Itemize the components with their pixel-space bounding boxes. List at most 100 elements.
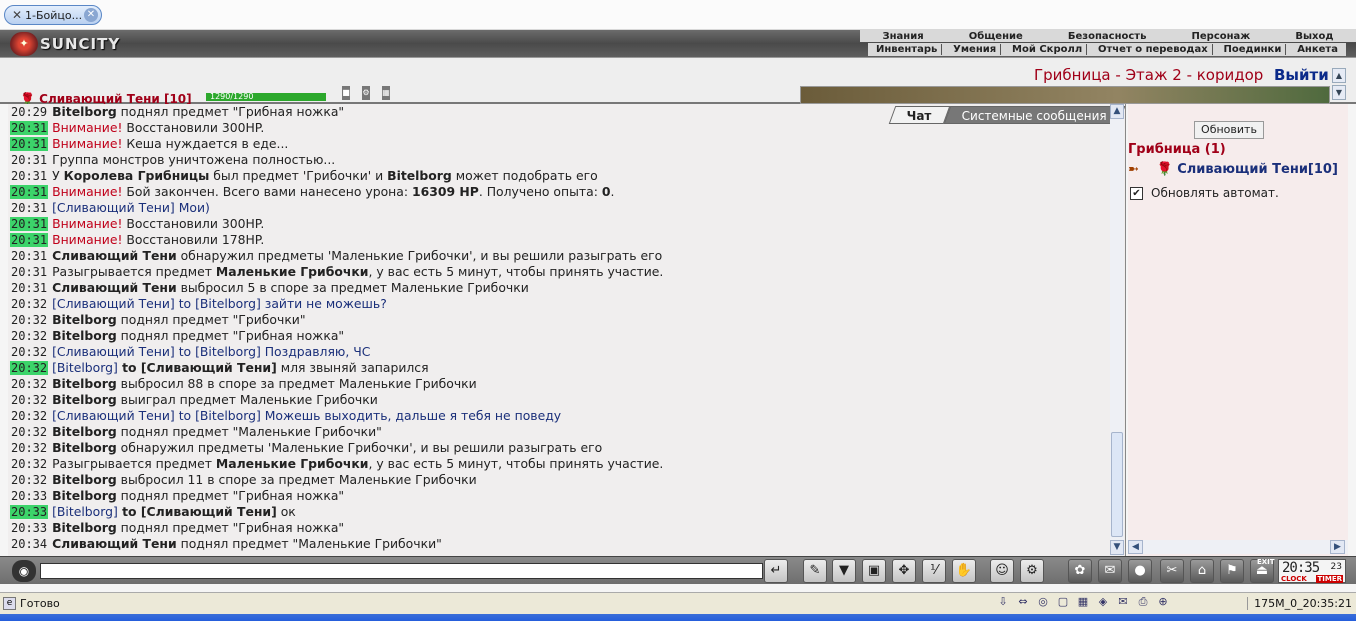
chat-timestamp[interactable]: 20:32 xyxy=(10,457,48,471)
chat-timestamp[interactable]: 20:31 xyxy=(10,233,49,247)
flag-icon[interactable]: ⚑ xyxy=(1220,559,1244,583)
tab-close-icon[interactable]: ✕ xyxy=(84,8,98,22)
menu-item-transfers[interactable]: Отчет о переводах xyxy=(1094,44,1213,55)
shield-icon[interactable]: ◈ xyxy=(1096,595,1110,612)
chat-name[interactable]: Bitelborg xyxy=(52,312,117,327)
save-icon[interactable]: ▣ xyxy=(862,559,886,583)
chat-timestamp[interactable]: 20:33 xyxy=(10,505,49,519)
tab-chat[interactable]: Чат xyxy=(888,106,951,124)
chat-timestamp[interactable]: 20:32 xyxy=(10,297,48,311)
hand-icon[interactable]: ✋ xyxy=(952,559,976,583)
chat-timestamp[interactable]: 20:32 xyxy=(10,473,48,487)
chat-scrollbar[interactable]: ▲ ▼ xyxy=(1110,104,1124,556)
chat-name[interactable]: Маленькие Грибочки xyxy=(216,264,369,279)
room-member[interactable]: ➼ 🌹 Сливающий Тени[10] xyxy=(1128,162,1338,177)
chat-name[interactable]: Bitelborg xyxy=(52,424,117,439)
chat-timestamp[interactable]: 20:32 xyxy=(10,361,49,375)
menu-item-logout[interactable]: Выход xyxy=(1295,31,1333,42)
send-icon[interactable]: ↵ xyxy=(764,559,788,583)
chat-timestamp[interactable]: 20:31 xyxy=(10,265,48,279)
chat-timestamp[interactable]: 20:31 xyxy=(10,217,49,231)
sidebar-hscrollbar[interactable]: ◀ ▶ xyxy=(1128,540,1348,554)
menu-item-social[interactable]: Общение xyxy=(969,31,1023,42)
chat-name[interactable]: Сливающий Тени xyxy=(52,536,177,551)
chat-timestamp[interactable]: 20:33 xyxy=(10,489,48,503)
chat-timestamp[interactable]: 20:33 xyxy=(10,521,48,535)
globe-icon[interactable]: ◎ xyxy=(1036,595,1050,612)
chat-private[interactable]: [Сливающий Тени] to [Bitelborg] Поздравл… xyxy=(52,344,370,359)
print-icon[interactable]: ⎙ xyxy=(1136,595,1150,612)
chat-name[interactable]: Сливающий Тени xyxy=(52,248,177,263)
chat-timestamp[interactable]: 20:31 xyxy=(10,121,49,135)
split-icon[interactable]: ⇔ xyxy=(1016,595,1030,612)
chat-name[interactable]: Bitelborg xyxy=(387,168,452,183)
chat-timestamp[interactable]: 20:31 xyxy=(10,249,48,263)
chat-timestamp[interactable]: 20:31 xyxy=(10,201,48,215)
eraser-icon[interactable]: ✎ xyxy=(803,559,827,583)
chat-input[interactable] xyxy=(40,563,763,579)
chat-timestamp[interactable]: 20:32 xyxy=(10,441,48,455)
chat-name[interactable]: Королева Грибницы xyxy=(64,168,210,183)
chat-name[interactable]: Bitelborg xyxy=(52,488,117,503)
chat-name[interactable]: Bitelborg xyxy=(52,472,117,487)
menu-item-profile[interactable]: Анкета xyxy=(1293,44,1342,55)
chat-timestamp[interactable]: 20:34 xyxy=(10,537,48,551)
menu-item-character[interactable]: Персонаж xyxy=(1192,31,1251,42)
chat-timestamp[interactable]: 20:31 xyxy=(10,281,48,295)
zoom-icon[interactable]: ⊕ xyxy=(1156,595,1170,612)
bag-icon[interactable]: ✿ xyxy=(1068,559,1092,583)
menu-item-duels[interactable]: Поединки xyxy=(1220,44,1287,55)
chat-name[interactable]: Bitelborg xyxy=(52,376,117,391)
scroll-down-icon[interactable]: ▼ xyxy=(1332,85,1346,100)
chat-private[interactable]: [Bitelborg] xyxy=(52,504,118,519)
grid-icon[interactable]: ▦ xyxy=(1076,595,1090,612)
chevron-left-icon[interactable]: ◀ xyxy=(1128,540,1143,554)
chat-name[interactable]: Bitelborg xyxy=(52,104,117,119)
timer-label[interactable]: TIMER xyxy=(1316,575,1343,583)
menu-item-inventory[interactable]: Инвентарь xyxy=(872,44,943,55)
chat-private[interactable]: [Bitelborg] xyxy=(52,360,118,375)
chat-timestamp[interactable]: 20:31 xyxy=(10,137,49,151)
download-icon[interactable]: ⇩ xyxy=(996,595,1010,612)
chat-name[interactable]: to [Сливающий Тени] xyxy=(118,360,277,375)
pl-icon[interactable]: ⅟ xyxy=(922,559,946,583)
smile-icon[interactable]: ☺ xyxy=(990,559,1014,583)
scroll-icon[interactable]: ✉ xyxy=(1098,559,1122,583)
browser-tab[interactable]: ✕ 1-Бойцо... ✕ xyxy=(4,5,102,25)
map-icon[interactable]: ▦ xyxy=(382,86,390,100)
bomb-icon[interactable]: ● xyxy=(1128,559,1152,583)
menu-item-my-scroll[interactable]: Мой Скролл xyxy=(1008,44,1088,55)
chat-timestamp[interactable]: 20:29 xyxy=(10,105,48,119)
scroll-up-icon[interactable]: ▲ xyxy=(1332,68,1346,83)
window-icon[interactable]: ▢ xyxy=(1056,595,1070,612)
refresh-button[interactable]: Обновить xyxy=(1194,121,1264,139)
tab-system-messages[interactable]: Системные сообщения xyxy=(943,106,1125,124)
walk-icon[interactable]: ✥ xyxy=(892,559,916,583)
settings-icon[interactable]: ⚙ xyxy=(1020,559,1044,583)
chest-icon[interactable]: ⌂ xyxy=(1190,559,1214,583)
menu-item-knowledge[interactable]: Знания xyxy=(883,31,924,42)
chat-name[interactable]: to [Сливающий Тени] xyxy=(118,504,277,519)
chat-timestamp[interactable]: 20:32 xyxy=(10,425,48,439)
clock-label[interactable]: CLOCK xyxy=(1281,575,1307,583)
talk-icon[interactable]: ◉ xyxy=(12,560,36,582)
attack-icon[interactable]: ➼ xyxy=(1128,162,1139,177)
chat-private[interactable]: [Сливающий Тени] to [Bitelborg] зайти не… xyxy=(52,296,387,311)
chat-name[interactable]: Bitelborg xyxy=(52,520,117,535)
chat-timestamp[interactable]: 20:31 xyxy=(10,185,49,199)
auto-refresh[interactable]: ✔ Обновлять автомат. xyxy=(1130,186,1279,200)
auto-refresh-checkbox[interactable]: ✔ xyxy=(1130,186,1143,200)
chat-name[interactable]: Bitelborg xyxy=(52,328,117,343)
chat-private[interactable]: [Сливающий Тени] Мои) xyxy=(52,200,210,215)
chevron-up-icon[interactable]: ▲ xyxy=(1110,104,1124,119)
gear-icon[interactable]: ⚙ xyxy=(362,86,370,100)
menu-item-skills[interactable]: Умения xyxy=(949,44,1002,55)
chat-name[interactable]: Bitelborg xyxy=(52,392,117,407)
tools-icon[interactable]: ✂ xyxy=(1160,559,1184,583)
chat-timestamp[interactable]: 20:32 xyxy=(10,409,48,423)
chat-name[interactable]: Маленькие Грибочки xyxy=(216,456,369,471)
exit-link[interactable]: Выйти xyxy=(1274,66,1329,84)
mail-icon[interactable]: ✉ xyxy=(1116,595,1130,612)
chevron-down-icon[interactable]: ▼ xyxy=(1110,540,1124,555)
chat-name[interactable]: 16309 HP xyxy=(412,184,479,199)
